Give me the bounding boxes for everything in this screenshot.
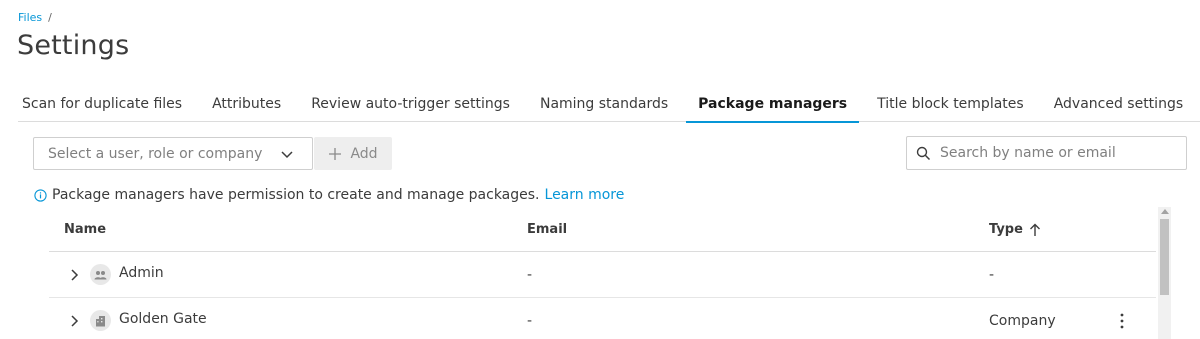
breadcrumb-separator: / xyxy=(48,11,52,24)
role-group-icon xyxy=(90,264,111,285)
info-text: Package managers have permission to crea… xyxy=(52,187,540,203)
chevron-right-icon[interactable] xyxy=(66,267,82,283)
column-email-label: Email xyxy=(527,222,568,237)
tab-naming-standards[interactable]: Naming standards xyxy=(525,86,683,122)
tab-scan-duplicates[interactable]: Scan for duplicate files xyxy=(18,86,197,122)
add-button-label: Add xyxy=(350,145,378,162)
page-title: Settings xyxy=(17,30,130,61)
row-type: - xyxy=(989,267,995,283)
select-placeholder: Select a user, role or company xyxy=(48,145,263,162)
tab-attributes[interactable]: Attributes xyxy=(197,86,296,122)
info-message: Package managers have permission to crea… xyxy=(34,187,624,203)
plus-icon xyxy=(329,147,342,160)
row-type: Company xyxy=(989,313,1056,329)
settings-tabs: Scan for duplicate files Attributes Revi… xyxy=(18,86,1200,123)
column-type-label: Type xyxy=(989,222,1023,237)
column-header-name[interactable]: Name xyxy=(64,222,106,237)
search-input[interactable]: Search by name or email xyxy=(906,136,1187,170)
column-header-type[interactable]: Type xyxy=(989,222,1041,237)
breadcrumb: Files / xyxy=(18,11,52,24)
row-name: Admin xyxy=(119,265,164,281)
chevron-down-icon xyxy=(281,151,293,159)
company-building-icon xyxy=(90,310,111,331)
table-header: Name Email Type xyxy=(49,207,1156,252)
learn-more-link[interactable]: Learn more xyxy=(545,187,625,203)
row-name: Golden Gate xyxy=(119,311,207,327)
breadcrumb-files-link[interactable]: Files xyxy=(18,11,42,24)
scrollbar-thumb[interactable] xyxy=(1160,219,1169,295)
column-header-email[interactable]: Email xyxy=(527,222,567,237)
chevron-right-icon[interactable] xyxy=(66,313,82,329)
add-button[interactable]: Add xyxy=(314,137,392,170)
info-icon xyxy=(34,188,47,202)
scroll-up-arrow-icon[interactable] xyxy=(1161,209,1169,214)
column-name-label: Name xyxy=(64,222,107,237)
more-options-icon[interactable] xyxy=(1114,311,1130,331)
tab-advanced-settings[interactable]: Advanced settings xyxy=(1039,86,1198,122)
tab-package-managers[interactable]: Package managers xyxy=(683,86,862,123)
table-scrollbar[interactable] xyxy=(1158,207,1171,339)
search-placeholder: Search by name or email xyxy=(940,145,1116,161)
search-icon xyxy=(916,146,931,160)
table-row[interactable]: Golden Gate - Company xyxy=(49,298,1156,339)
package-managers-table: Name Email Type Admin - - Golden Gate - … xyxy=(49,207,1156,339)
user-role-company-select[interactable]: Select a user, role or company xyxy=(33,137,313,170)
tab-review-auto-trigger[interactable]: Review auto-trigger settings xyxy=(296,86,525,122)
arrow-up-icon xyxy=(1029,223,1040,236)
table-row[interactable]: Admin - - xyxy=(49,252,1156,298)
tab-title-block-templates[interactable]: Title block templates xyxy=(862,86,1039,122)
row-email: - xyxy=(527,267,533,283)
row-email: - xyxy=(527,313,533,329)
